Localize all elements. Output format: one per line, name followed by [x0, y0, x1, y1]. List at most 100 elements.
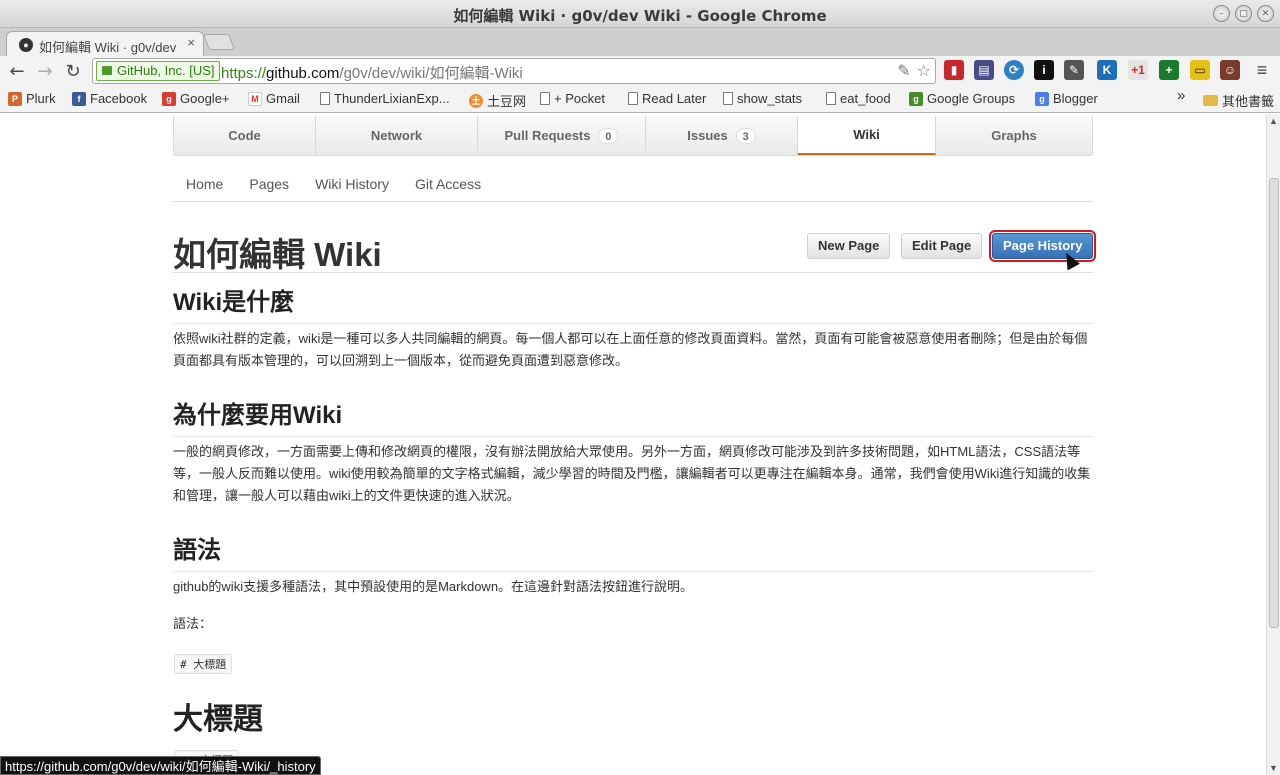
issues-counter: 3 [735, 127, 756, 144]
bookmarks-bar: P Plurk f Facebook g Google+ M Gmail Thu… [0, 86, 1280, 113]
repo-tab-code[interactable]: Code [174, 116, 316, 155]
scroll-up-icon[interactable]: ▲ [1269, 116, 1278, 126]
repo-tab-wiki[interactable]: Wiki [798, 116, 936, 155]
bookmark-show-stats[interactable]: show_stats [723, 91, 802, 106]
forward-icon[interactable]: → [34, 60, 56, 82]
address-bar[interactable]: GitHub, Inc. [US] https://github.com/g0v… [92, 58, 936, 84]
repo-tab-label: Issues [687, 128, 728, 143]
close-button[interactable]: ✕ [1257, 5, 1274, 22]
wiki-nav-history[interactable]: Wiki History [302, 162, 402, 201]
extension-red-bookmark-icon[interactable]: ▮ [944, 60, 964, 80]
sample-heading: 大標題 [173, 703, 263, 736]
extension-avatar-icon[interactable]: ☺ [1220, 60, 1240, 80]
extension-tool-icon[interactable]: ✎ [1064, 60, 1084, 80]
page-history-button[interactable]: Page History [988, 230, 1097, 262]
bookmark-label: ThunderLixianExp... [334, 91, 450, 106]
bookmarks-overflow-chevron[interactable]: » [1177, 87, 1185, 104]
reload-icon[interactable]: ↻ [62, 60, 84, 82]
wiki-nav-git-access[interactable]: Git Access [402, 162, 494, 201]
page-title: 如何編輯 Wiki [173, 236, 382, 273]
page-icon [723, 92, 733, 105]
ev-badge-label: GitHub, Inc. [US] [117, 63, 215, 78]
bookmark-tudou[interactable]: 土 土豆网 [469, 91, 526, 110]
section-heading: 語法 [173, 530, 1093, 572]
extension-k-icon[interactable]: K [1097, 60, 1117, 80]
extension-sync-icon[interactable]: ⟳ [1004, 60, 1024, 80]
bookmark-eat-food[interactable]: eat_food [826, 91, 891, 106]
edit-page-button[interactable]: Edit Page [901, 233, 983, 259]
new-page-button[interactable]: New Page [807, 233, 891, 259]
browser-tab[interactable]: ● 如何編輯 Wiki · g0v/dev × [6, 31, 204, 56]
page-icon [628, 92, 638, 105]
bookmark-pocket[interactable]: + Pocket [540, 91, 605, 106]
vertical-scrollbar[interactable]: ▲ ▼ [1266, 114, 1280, 775]
bookmark-gmail[interactable]: M Gmail [248, 91, 300, 106]
omnibox-icons: ✎ ☆ [897, 61, 931, 81]
wiki-nav-home[interactable]: Home [173, 162, 236, 201]
maximize-button[interactable]: ▢ [1235, 5, 1252, 22]
section-paragraph: 依照wiki社群的定義，wiki是一種可以多人共同編輯的網頁。每一個人都可以在上… [173, 331, 1088, 368]
section-heading: 為什麼要用Wiki [173, 395, 1093, 437]
code-sample: # 大標題 [174, 654, 233, 674]
wiki-subnav: Home Pages Wiki History Git Access [173, 162, 1093, 202]
wiki-nav-pages[interactable]: Pages [236, 162, 302, 201]
minimize-button[interactable]: – [1213, 5, 1230, 22]
page-icon [540, 92, 550, 105]
bookmark-facebook[interactable]: f Facebook [72, 91, 147, 106]
repo-tab-issues[interactable]: Issues 3 [646, 116, 798, 155]
extension-info-icon[interactable]: i [1034, 60, 1054, 80]
bookmark-label: Gmail [266, 91, 300, 106]
chrome-menu-icon[interactable]: ≡ [1252, 60, 1272, 80]
bookmark-thunderlixian[interactable]: ThunderLixianExp... [320, 91, 450, 106]
extension-plusone-icon[interactable]: +1 [1128, 60, 1148, 80]
tab-strip: ● 如何編輯 Wiki · g0v/dev × [0, 28, 1280, 56]
ev-certificate-badge[interactable]: GitHub, Inc. [US] [96, 61, 220, 81]
section-paragraph: github的wiki支援多種語法，其中預設使用的是Markdown。在這邊針對… [173, 579, 694, 594]
bookmark-label: Read Later [642, 91, 707, 106]
window-titlebar: 如何編輯 Wiki · g0v/dev Wiki - Google Chrome… [0, 0, 1280, 28]
bookmark-label: eat_food [840, 91, 891, 106]
browser-toolbar: ← → ↻ GitHub, Inc. [US] https://github.c… [0, 56, 1280, 86]
extension-plus-icon[interactable]: + [1159, 60, 1179, 80]
translate-icon[interactable]: ✎ [897, 61, 910, 81]
bookmark-label: Google+ [180, 91, 230, 106]
bookmark-googleplus[interactable]: g Google+ [162, 91, 230, 106]
url-path: /g0v/dev/wiki/如何編輯-Wiki [339, 65, 523, 82]
plurk-icon: P [8, 91, 22, 106]
bookmark-google-groups[interactable]: g Google Groups [909, 91, 1015, 106]
googleplus-icon: g [162, 91, 176, 106]
lock-icon [102, 66, 112, 75]
tudou-icon: 土 [469, 93, 483, 108]
bookmark-label: show_stats [737, 91, 803, 106]
repo-tab-pull-requests[interactable]: Pull Requests 0 [478, 116, 646, 155]
new-tab-button[interactable] [203, 34, 235, 50]
scroll-down-icon[interactable]: ▼ [1269, 763, 1278, 773]
bookmark-plurk[interactable]: P Plurk [8, 91, 56, 106]
repo-tab-network[interactable]: Network [316, 116, 478, 155]
extension-battery-icon[interactable]: ▭ [1190, 60, 1210, 80]
extension-calendar-icon[interactable]: ▤ [974, 60, 994, 80]
gmail-icon: M [248, 91, 262, 106]
url-text[interactable]: https://github.com/g0v/dev/wiki/如何編輯-Wik… [221, 62, 523, 83]
repo-tab-label: Pull Requests [504, 128, 591, 143]
tab-title: 如何編輯 Wiki · g0v/dev [39, 40, 177, 55]
back-icon[interactable]: ← [6, 60, 28, 82]
window-controls: – ▢ ✕ [1213, 5, 1274, 22]
folder-icon [1203, 95, 1218, 106]
bookmark-blogger[interactable]: g Blogger [1035, 91, 1098, 106]
scrollbar-thumb[interactable] [1269, 178, 1279, 628]
bookmark-read-later[interactable]: Read Later [628, 91, 706, 106]
bookmark-star-icon[interactable]: ☆ [917, 61, 931, 81]
page-icon [826, 92, 836, 105]
repo-tab-label: Code [228, 128, 261, 143]
other-bookmarks-folder[interactable]: 其他書籤 [1203, 91, 1274, 110]
window-title: 如何編輯 Wiki · g0v/dev Wiki - Google Chrome [453, 7, 827, 25]
repo-tab-graphs[interactable]: Graphs [936, 116, 1092, 155]
syntax-label: 語法： [173, 616, 213, 631]
facebook-icon: f [72, 91, 86, 106]
tab-close-icon[interactable]: × [187, 35, 195, 50]
bookmark-label: 土豆网 [487, 94, 527, 109]
url-host: github.com [266, 65, 340, 82]
repo-tab-label: Graphs [991, 128, 1037, 143]
pull-requests-counter: 0 [598, 127, 619, 144]
